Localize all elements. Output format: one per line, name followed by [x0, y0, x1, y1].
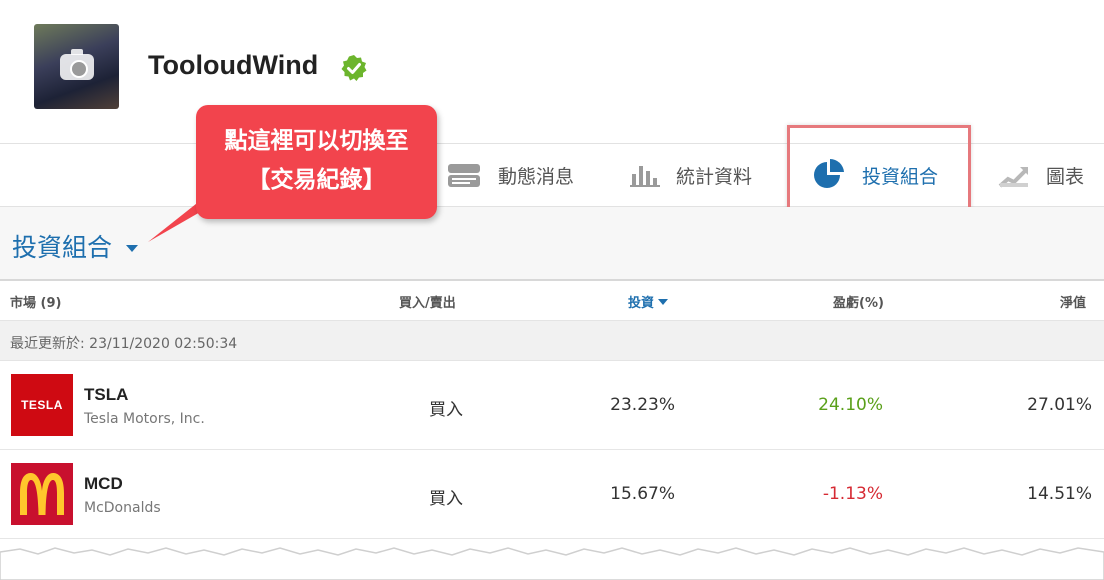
column-header-net[interactable]: 淨值	[1060, 292, 1086, 311]
pl-value: 24.10%	[818, 395, 883, 415]
bar-chart-icon	[630, 162, 660, 188]
net-value: 14.51%	[1027, 484, 1092, 504]
ticker[interactable]: TSLA	[84, 385, 128, 405]
callout-line-2: 【交易紀錄】	[247, 167, 386, 193]
column-header-invest-label: 投資	[628, 296, 655, 311]
tab-chart[interactable]: 圖表	[998, 144, 1084, 206]
tab-stats[interactable]: 統計資料	[630, 144, 752, 206]
section-title: 投資組合	[12, 233, 113, 262]
table-row[interactable]: TESLA TSLA Tesla Motors, Inc. 買入 23.23% …	[0, 361, 1104, 450]
torn-edge	[0, 547, 1104, 580]
sort-desc-icon	[658, 298, 669, 305]
highlight-box	[787, 125, 971, 210]
golden-arches-icon	[20, 473, 64, 515]
last-updated: 最近更新於: 23/11/2020 02:50:34	[0, 320, 1104, 361]
tab-label: 統計資料	[676, 165, 753, 188]
avatar[interactable]	[34, 24, 119, 109]
verified-check-icon	[341, 55, 367, 81]
ticker[interactable]: MCD	[84, 474, 123, 494]
mcdonalds-logo	[11, 463, 73, 525]
trend-chart-icon	[998, 162, 1030, 188]
net-value: 27.01%	[1027, 395, 1092, 415]
portfolio-page: TooloudWind 動態消息 統計資料 投資組合 圖表 投資組合 點這裡可以…	[0, 0, 1104, 580]
company-name: Tesla Motors, Inc.	[84, 411, 205, 427]
table-row[interactable]: MCD McDonalds 買入 15.67% -1.13% 14.51%	[0, 450, 1104, 539]
invest-value: 23.23%	[610, 395, 675, 415]
tab-feed[interactable]: 動態消息	[446, 144, 574, 206]
side-value: 買入	[429, 400, 463, 420]
invest-value: 15.67%	[610, 484, 675, 504]
logo-text: TESLA	[21, 398, 63, 412]
company-name: McDonalds	[84, 500, 161, 516]
column-header-market[interactable]: 市場 (9)	[10, 292, 61, 311]
tab-label: 圖表	[1046, 165, 1085, 188]
callout-annotation: 點這裡可以切換至 【交易紀錄】	[196, 105, 437, 219]
column-header-side[interactable]: 買入/賣出	[399, 292, 456, 311]
camera-icon[interactable]	[60, 49, 94, 80]
caret-down-icon	[126, 244, 139, 252]
section-title-dropdown[interactable]: 投資組合	[12, 228, 139, 264]
tesla-logo: TESLA	[11, 374, 73, 436]
username: TooloudWind	[148, 50, 319, 80]
tab-label: 動態消息	[498, 165, 575, 188]
feed-icon	[446, 161, 482, 189]
column-header-pl[interactable]: 盈虧(%)	[833, 292, 884, 311]
pl-value: -1.13%	[822, 484, 883, 504]
side-value: 買入	[429, 489, 463, 509]
callout-line-1: 點這裡可以切換至	[224, 128, 409, 154]
column-header-invest[interactable]: 投資	[628, 292, 669, 311]
